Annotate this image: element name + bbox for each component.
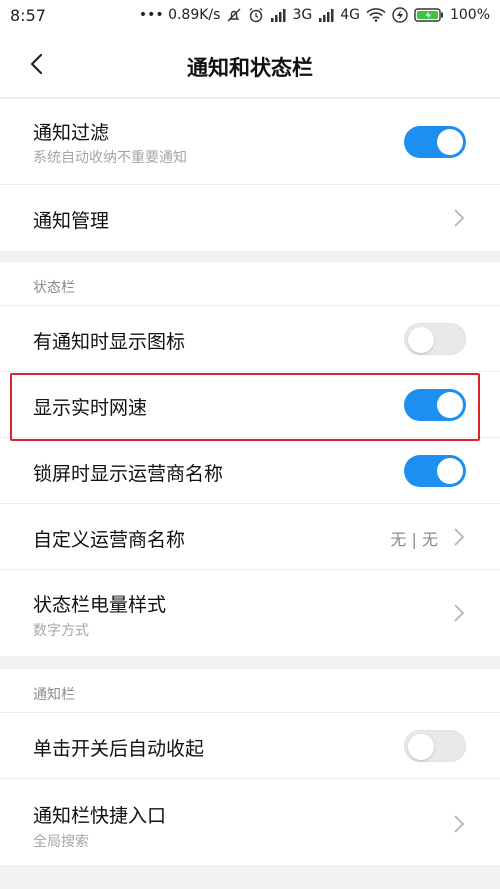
row-sublabel: 系统自动收纳不重要通知 [33,150,187,166]
realtime-speed-toggle[interactable] [404,389,466,421]
wifi-icon [366,8,386,22]
notification-group: 通知过滤 系统自动收纳不重要通知 通知管理 [0,99,500,251]
page-title: 通知和状态栏 [187,56,313,80]
row-label: 有通知时显示图标 [33,331,186,353]
row-label: 自定义运营商名称 [33,529,186,551]
chevron-right-icon [454,815,465,833]
battery-percent: 100% [449,7,490,23]
row-label: 状态栏电量样式 [33,594,167,616]
auto-collapse-toggle[interactable] [404,730,466,762]
show-icon-toggle[interactable] [404,323,466,355]
realtime-speed-row[interactable]: 显示实时网速 [0,372,500,438]
section-heading: 通知栏 [33,687,75,703]
row-label: 通知过滤 [33,122,110,144]
lockscreen-carrier-row[interactable]: 锁屏时显示运营商名称 [0,438,500,504]
mute-icon [226,7,242,23]
shortcut-row[interactable]: 通知栏快捷入口 全局搜索 [0,779,500,865]
app-header: 通知和状态栏 [0,30,500,98]
row-sublabel: 数字方式 [33,623,89,639]
notification-filter-toggle[interactable] [404,126,466,158]
section-heading: 状态栏 [33,280,75,296]
row-label: 通知管理 [33,210,110,232]
status-bar-section: 状态栏 有通知时显示图标 显示实时网速 锁屏时显示运营商名称 自定义运营商名称 … [0,262,500,656]
section-header: 状态栏 [0,262,500,306]
row-value: 无 | 无 [390,530,438,549]
chevron-right-icon [454,528,465,546]
signal-icon [270,8,286,22]
section-header: 通知栏 [0,669,500,713]
network-speed: ••• 0.89K/s [138,7,221,23]
status-bar: 8:57 ••• 0.89K/s 3G 4G 100% [0,0,500,30]
row-label: 单击开关后自动收起 [33,738,205,760]
signal-icon [318,8,334,22]
battery-style-row[interactable]: 状态栏电量样式 数字方式 [0,570,500,656]
custom-carrier-row[interactable]: 自定义运营商名称 无 | 无 [0,504,500,570]
auto-collapse-row[interactable]: 单击开关后自动收起 [0,713,500,779]
alarm-icon [248,7,264,23]
chevron-right-icon [454,604,465,622]
network-type-3g: 3G [292,7,313,23]
show-icon-row[interactable]: 有通知时显示图标 [0,306,500,372]
network-type-4g: 4G [340,7,360,23]
chevron-right-icon [454,209,465,227]
row-label: 显示实时网速 [33,397,148,419]
charging-icon [392,7,408,23]
notification-manage-row[interactable]: 通知管理 [0,185,500,251]
battery-icon [414,7,444,23]
clock: 8:57 [10,5,46,25]
notification-filter-row[interactable]: 通知过滤 系统自动收纳不重要通知 [0,99,500,185]
row-label: 锁屏时显示运营商名称 [33,463,224,485]
row-sublabel: 全局搜索 [33,834,89,850]
lockscreen-carrier-toggle[interactable] [404,455,466,487]
notification-bar-section: 通知栏 单击开关后自动收起 通知栏快捷入口 全局搜索 [0,669,500,865]
row-label: 通知栏快捷入口 [33,805,167,827]
